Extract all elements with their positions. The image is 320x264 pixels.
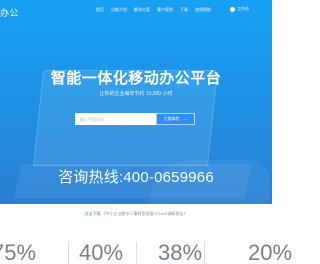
- nav-item-solutions[interactable]: 解决方案: [134, 7, 150, 13]
- hero-headline: 智能一体化移动办公平台: [50, 70, 222, 87]
- hero-subline: 让你的企业每年节约 10,000 小时: [99, 91, 173, 97]
- nav-item-download[interactable]: 下载: [180, 7, 188, 13]
- stat-divider: [136, 242, 137, 264]
- report-title: 《中小企业数字人事转型发展与SaaS调研报告》: [101, 211, 188, 216]
- stat-value-4: 20%: [248, 240, 293, 264]
- download-link[interactable]: 点击下载: [85, 211, 101, 216]
- try-now-button[interactable]: 立即体验 →: [156, 113, 195, 125]
- nav-item-cases[interactable]: 客户案例: [157, 7, 173, 13]
- nav-item-features[interactable]: 功能介绍: [111, 7, 127, 13]
- top-nav: 首页 功能介绍 解决方案 客户案例 下载 使用帮助: [96, 7, 218, 13]
- stat-value-3: 38%: [158, 240, 203, 264]
- stat-value-1: 75%: [0, 240, 37, 264]
- arrow-right-icon: →: [182, 116, 188, 122]
- user-icon: [230, 6, 235, 12]
- nav-item-help[interactable]: 使用帮助: [195, 7, 211, 13]
- workbench-label: 工作台: [237, 6, 249, 11]
- stat-divider: [204, 242, 205, 264]
- hero-banner: 办公 首页 功能介绍 解决方案 客户案例 下载 使用帮助 工作台 智能一体化移动…: [0, 0, 272, 204]
- hotline-text: 咨询热线:400-0659966: [58, 169, 214, 186]
- nav-item-home[interactable]: 首页: [96, 7, 104, 13]
- phone-number-input[interactable]: [75, 113, 156, 125]
- report-download-title: 点击下载 《中小企业数字人事转型发展与SaaS调研报告》: [0, 211, 272, 217]
- stat-divider: [68, 242, 69, 264]
- stats-row: 75% 40% 38% 20%: [0, 238, 292, 264]
- workbench-login-link[interactable]: 工作台: [230, 6, 249, 12]
- stat-value-2: 40%: [79, 240, 124, 264]
- try-now-label: 立即体验: [163, 116, 180, 121]
- brand-logo[interactable]: 办公: [0, 6, 19, 19]
